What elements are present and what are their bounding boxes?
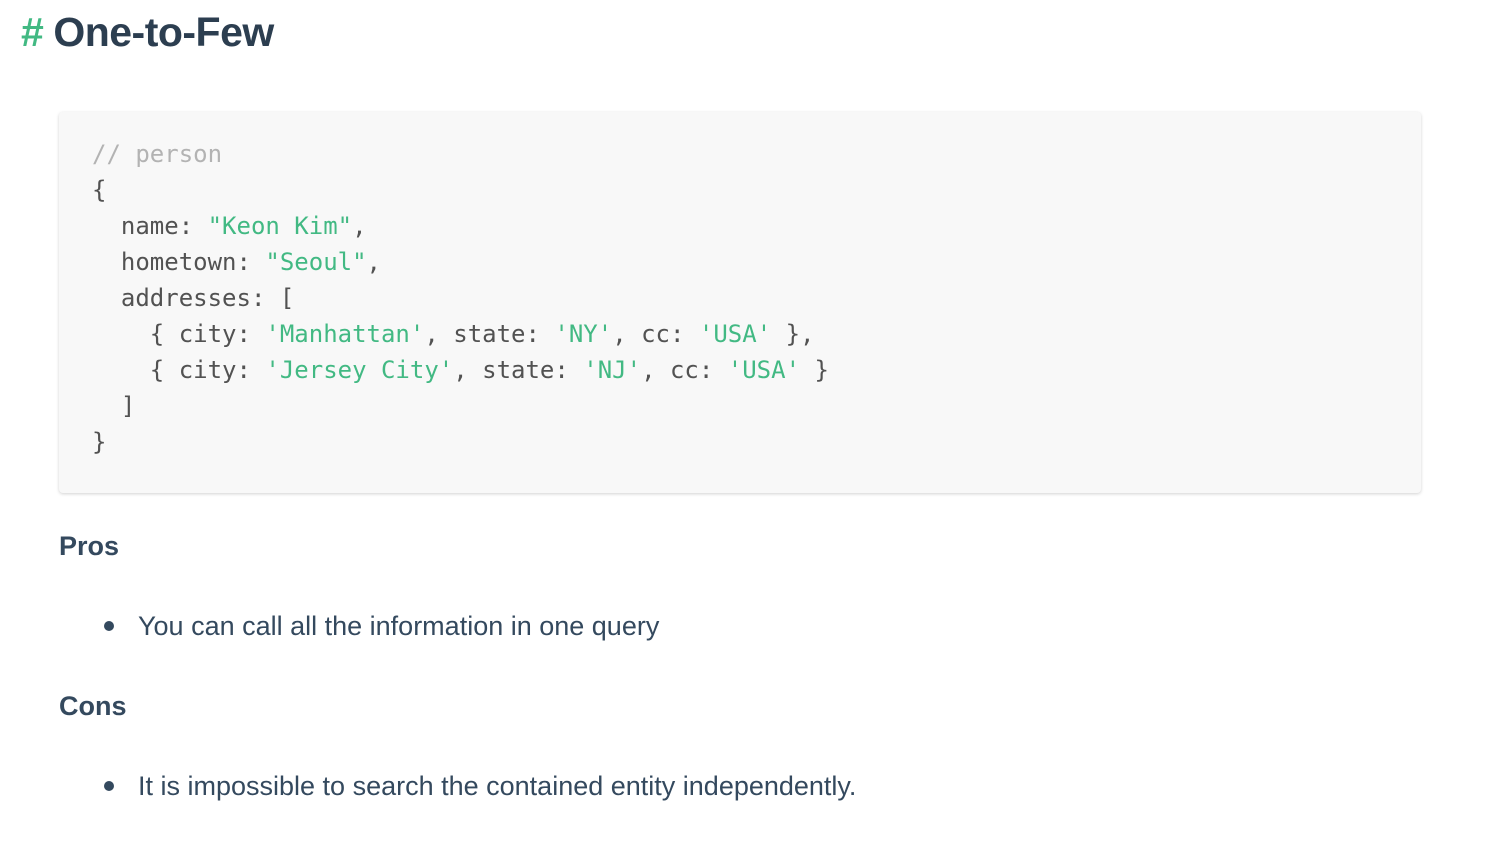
code-line: name: "Keon Kim", [92, 208, 1421, 244]
code-line: hometown: "Seoul", [92, 244, 1421, 280]
page-title-text: One-to-Few [53, 9, 274, 55]
code-lines: // person { name: "Keon Kim", hometown: "… [92, 136, 1421, 460]
cons-item-text: It is impossible to search the contained… [138, 771, 857, 801]
code-line: { city: 'Manhattan', state: 'NY', cc: 'U… [92, 316, 1421, 352]
code-string: 'USA' [727, 356, 801, 384]
code-string: 'Manhattan' [265, 320, 425, 348]
code-string: 'Jersey City' [265, 356, 454, 384]
pros-list-item: You can call all the information in one … [104, 606, 659, 646]
code-text: , cc: [641, 356, 728, 384]
code-text: } [92, 428, 107, 456]
code-string: 'USA' [698, 320, 772, 348]
code-text: { [92, 176, 107, 204]
code-text: , [366, 248, 381, 276]
pros-list: You can call all the information in one … [104, 606, 659, 646]
code-text: , cc: [612, 320, 699, 348]
code-line: { [92, 172, 1421, 208]
code-line: } [92, 424, 1421, 460]
code-string: 'NY' [554, 320, 613, 348]
code-line: { city: 'Jersey City', state: 'NJ', cc: … [92, 352, 1421, 388]
page-title: # One-to-Few [21, 4, 274, 60]
code-block: // person { name: "Keon Kim", hometown: "… [59, 112, 1421, 493]
code-text: , [352, 212, 367, 240]
cons-heading: Cons [59, 691, 127, 721]
code-text: }, [771, 320, 815, 348]
code-line: // person [92, 136, 1421, 172]
code-text: hometown: [92, 248, 266, 276]
code-text: , state: [453, 356, 584, 384]
code-text: , state: [424, 320, 555, 348]
code-string: "Keon Kim" [207, 212, 353, 240]
cons-list-item: It is impossible to search the contained… [104, 766, 856, 806]
code-string: 'NJ' [583, 356, 642, 384]
code-string: "Seoul" [265, 248, 367, 276]
code-line: addresses: [ [92, 280, 1421, 316]
code-text: name: [92, 212, 208, 240]
bullet-icon [104, 781, 114, 791]
pros-item-text: You can call all the information in one … [138, 611, 660, 641]
code-text: { city: [92, 320, 266, 348]
code-comment: // person [92, 140, 223, 168]
cons-list: It is impossible to search the contained… [104, 766, 856, 806]
code-text: addresses: [ [92, 284, 295, 312]
code-text: ] [92, 392, 136, 420]
heading-anchor-link[interactable]: # [21, 9, 44, 55]
code-text: { city: [92, 356, 266, 384]
bullet-icon [104, 621, 114, 631]
code-text: } [800, 356, 829, 384]
pros-heading: Pros [59, 531, 120, 561]
code-line: ] [92, 388, 1421, 424]
